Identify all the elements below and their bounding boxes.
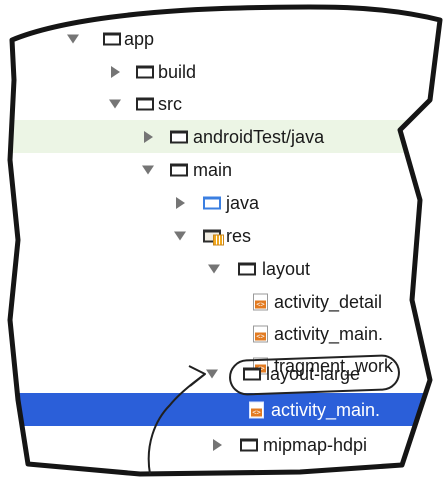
project-tree: app build src androidTest/java main java — [0, 0, 445, 480]
triangle-down-icon[interactable] — [206, 369, 218, 378]
tree-item-res[interactable]: res — [0, 219, 445, 252]
tree-item-src[interactable]: src — [0, 87, 445, 120]
folder-icon — [238, 262, 256, 275]
highlight-circle — [228, 354, 401, 396]
tree-item-label: activity_detail — [274, 291, 383, 312]
tree-item-java[interactable]: java — [0, 186, 445, 219]
tree-item-label: androidTest/java — [193, 126, 325, 147]
triangle-down-icon[interactable] — [142, 165, 154, 174]
triangle-down-icon[interactable] — [109, 99, 121, 108]
triangle-right-icon[interactable] — [213, 438, 222, 451]
tree-item-label: main — [193, 159, 233, 180]
triangle-right-icon[interactable] — [111, 65, 120, 78]
tree-item-build[interactable]: build — [0, 55, 445, 88]
tree-item-label: java — [226, 192, 260, 213]
tree-item-label: layout — [262, 258, 311, 279]
folder-icon — [170, 130, 188, 143]
tree-item-label: build — [158, 61, 197, 82]
folder-icon — [170, 163, 188, 176]
folder-icon — [103, 32, 121, 45]
tree-item-label: activity_main. — [274, 323, 384, 344]
folder-icon — [136, 65, 154, 78]
tree-item-label: src — [158, 93, 182, 114]
tree-item-activity-main[interactable]: activity_main. — [0, 317, 445, 350]
folder-icon — [240, 438, 258, 451]
triangle-right-icon[interactable] — [176, 196, 185, 209]
tree-item-activity-detail[interactable]: activity_detail — [0, 285, 445, 318]
tree-item-layout[interactable]: layout — [0, 252, 445, 285]
project-tree-screenshot: app build src androidTest/java main java — [0, 0, 445, 480]
folder-icon — [136, 97, 154, 110]
tree-item-app[interactable]: app — [0, 22, 445, 55]
xml-layout-file-icon — [253, 325, 268, 342]
triangle-right-icon[interactable] — [144, 130, 153, 143]
resources-folder-icon — [203, 229, 224, 245]
tree-item-label: activity_main. — [271, 399, 381, 420]
xml-layout-file-icon — [253, 293, 268, 310]
tree-item-main[interactable]: main — [0, 153, 445, 186]
tree-item-label: mipmap-hdpi — [263, 434, 368, 455]
xml-layout-file-icon — [249, 401, 264, 418]
tree-item-label: app — [124, 28, 155, 49]
tree-item-mipmap-hdpi[interactable]: mipmap-hdpi — [0, 428, 445, 461]
tree-item-android-test[interactable]: androidTest/java — [0, 120, 445, 153]
java-folder-icon — [203, 196, 221, 209]
triangle-down-icon[interactable] — [174, 231, 186, 240]
triangle-down-icon[interactable] — [67, 34, 79, 43]
tree-item-label: res — [226, 225, 252, 246]
triangle-down-icon[interactable] — [208, 264, 220, 273]
tree-item-activity-main-large[interactable]: activity_main. — [0, 393, 445, 426]
